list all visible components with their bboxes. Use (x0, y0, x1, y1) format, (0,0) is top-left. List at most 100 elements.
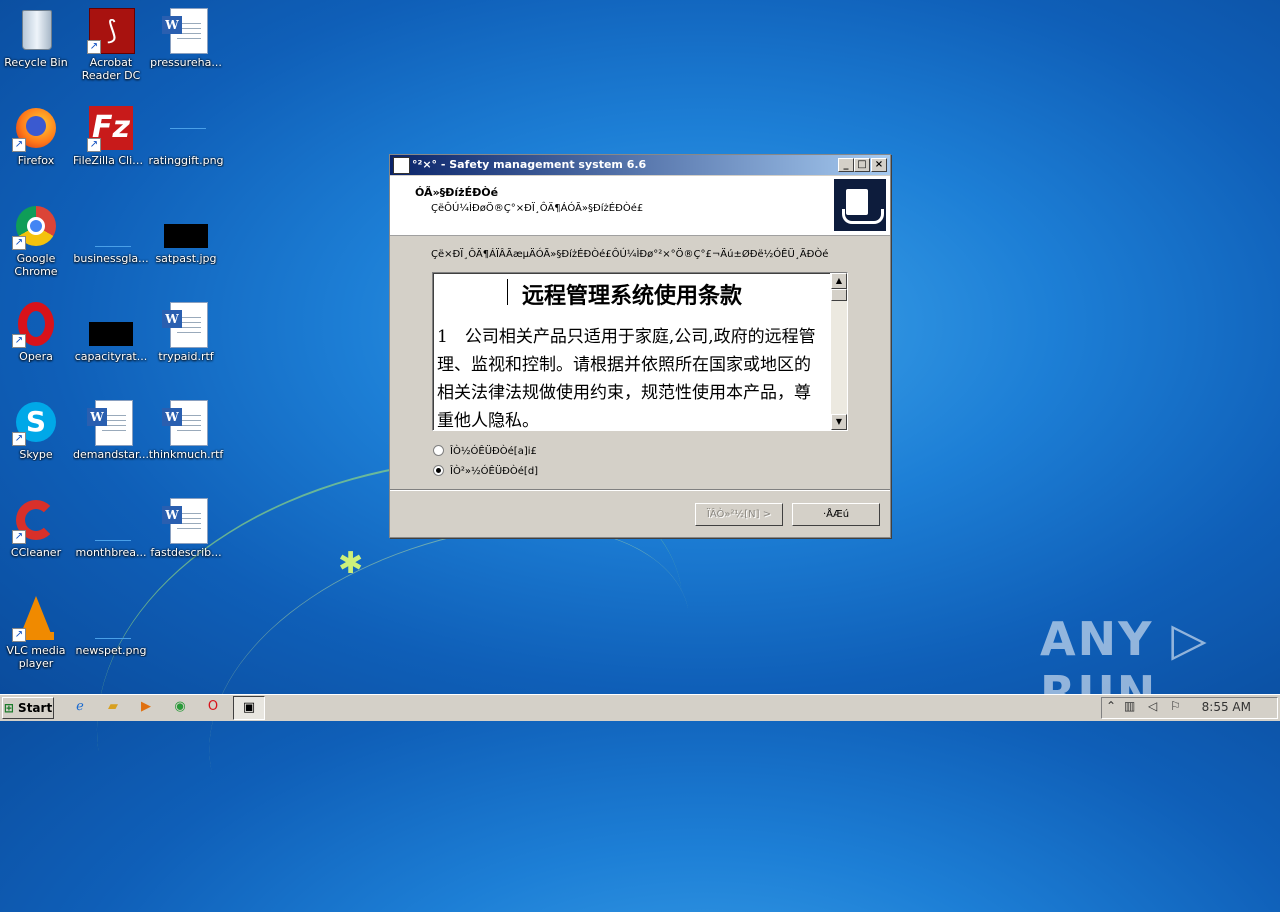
wallpaper-leaf: ✱ (338, 546, 364, 581)
desktop-icon-recycle-bin[interactable]: Recycle Bin (0, 6, 74, 69)
dialog-header: ÓÃ»§ĐíżÉĐ­Òé ÇëÔÚ¼ÌĐøÖ®Ç°×ĐÏ¸ÔÄ¶ÁÓÃ»§Đíż… (390, 176, 890, 236)
desktop-icon-label: fastdescrib... (150, 546, 222, 559)
image-file-icon (87, 300, 135, 348)
tray-expand-icon[interactable]: ⌃ (1106, 699, 1116, 713)
image-file-icon (87, 496, 135, 544)
scroll-up-button[interactable]: ▲ (831, 273, 847, 289)
acrobat-icon: ⟆ ↗ (87, 6, 135, 54)
dialog-title: °²×° - Safety management system 6.6 (412, 158, 647, 171)
word-document-icon: W (162, 496, 210, 544)
volume-icon[interactable]: ◁ (1148, 699, 1157, 713)
dialog-separator (390, 489, 890, 491)
vlc-icon: ↗ (12, 594, 60, 642)
decline-radio[interactable]: ÎÒ²»½ÓÊÜĐ­Òé[d] (433, 465, 538, 477)
license-textbox[interactable]: 远程管理系统使用条款 1 公司相关产品只适用于家庭,公司,政府的远程管理、监视和… (432, 272, 848, 431)
desktop-icon-firefox[interactable]: ↗ Firefox (0, 104, 74, 167)
skype-icon: S ↗ (12, 398, 60, 446)
word-document-icon: W (162, 398, 210, 446)
decline-radio-label: ÎÒ²»½ÓÊÜĐ­Òé[d] (450, 466, 539, 477)
desktop-icon-monthbrea[interactable]: monthbrea... (73, 496, 149, 559)
license-body: 1 公司相关产品只适用于家庭,公司,政府的远程管理、监视和控制。请根据并依照所在… (437, 327, 816, 431)
chrome-taskbar-icon[interactable]: ◉ (171, 698, 189, 716)
radio-button-selected-icon (433, 465, 444, 476)
desktop-icon-fastdescrib[interactable]: W fastdescrib... (148, 496, 224, 559)
desktop-icon-satpast[interactable]: satpast.jpg (148, 202, 224, 265)
desktop-icon-chrome[interactable]: ↗ Google Chrome (0, 202, 74, 278)
scroll-thumb[interactable] (831, 289, 847, 301)
desktop-icon-label: businessgla... (73, 252, 149, 265)
header-title: ÓÃ»§ĐíżÉĐ­Òé (415, 186, 499, 199)
installer-dialog: °²×° - Safety management system 6.6 _ □ … (389, 154, 891, 538)
minimize-button[interactable]: _ (838, 158, 854, 172)
desktop-icon-label: ratinggift.png (148, 154, 224, 167)
media-player-icon[interactable]: ▶ (137, 698, 155, 716)
image-file-icon (87, 594, 135, 642)
desktop-icon-capacityrat[interactable]: capacityrat... (73, 300, 149, 363)
action-center-flag-icon[interactable]: ⚐ (1170, 699, 1181, 713)
desktop-icon-label: FileZilla Client (73, 154, 149, 167)
desktop-icon-label: Recycle Bin (4, 56, 68, 69)
desktop-icon-label: CCleaner (10, 546, 62, 559)
desktop-icon-label: VLC media player (6, 644, 66, 670)
desktop-icon-label: Skype (19, 448, 53, 461)
desktop-icon-opera[interactable]: ↗ Opera (0, 300, 74, 363)
image-file-icon (162, 202, 210, 250)
ie-icon[interactable]: ℯ (71, 698, 89, 716)
firefox-icon: ↗ (12, 104, 60, 152)
desktop-icon-label: thinkmuch.rtf (148, 448, 224, 461)
desktop-icon-acrobat[interactable]: ⟆ ↗ Acrobat Reader DC (73, 6, 149, 82)
desktop-icon-label: monthbrea... (75, 546, 147, 559)
desktop-icon-vlc[interactable]: ↗ VLC media player (0, 594, 74, 670)
accept-radio-label: ÎÒ½ÓÊÜĐ­Òé[a]i£ (450, 446, 537, 457)
desktop-icon-label: Opera (19, 350, 53, 363)
installer-app-icon (393, 157, 410, 174)
desktop-icon-thinkmuch[interactable]: W thinkmuch.rtf (148, 398, 224, 461)
desktop-icon-newspet[interactable]: newspet.png (73, 594, 149, 657)
desktop-icon-label: Firefox (17, 154, 55, 167)
desktop-icon-label: satpast.jpg (155, 252, 217, 265)
word-document-icon: W (162, 6, 210, 54)
next-button[interactable]: ÏÂÒ»²½[N] > (695, 503, 783, 526)
desktop-icon-label: pressureha... (150, 56, 222, 69)
desktop-icon-label: Google Chrome (14, 252, 58, 278)
scroll-down-button[interactable]: ▼ (831, 414, 847, 430)
installer-logo-icon (834, 179, 886, 231)
installer-taskbar-button[interactable]: ▣ (233, 696, 265, 720)
desktop-icon-label: Acrobat Reader DC (81, 56, 141, 82)
cancel-button[interactable]: ·ÅÆú (792, 503, 880, 526)
license-scrollbar[interactable]: ▲ ▼ (830, 273, 847, 430)
desktop-icon-businessgla[interactable]: businessgla... (73, 202, 149, 265)
start-button[interactable]: Start (2, 697, 54, 719)
opera-icon: ↗ (12, 300, 60, 348)
clock[interactable]: 8:55 AM (1202, 700, 1251, 714)
word-document-icon: W (162, 300, 210, 348)
dialog-titlebar[interactable]: °²×° - Safety management system 6.6 _ □ … (390, 155, 890, 175)
license-prompt: Çë×ĐÏ¸ÔÄ¶ÁÏÂÃæµÄÓÃ»§ĐíżÉĐ­Òé£ÔÚ¼ÌĐø°²×°Ö… (431, 249, 829, 260)
opera-taskbar-icon[interactable]: O (204, 698, 222, 716)
desktop-icon-ratinggift[interactable]: ratinggift.png (148, 104, 224, 167)
desktop-icon-demandstar[interactable]: W demandstar... (73, 398, 149, 461)
maximize-button[interactable]: □ (854, 158, 870, 172)
image-file-icon (87, 202, 135, 250)
radio-button-icon (433, 445, 444, 456)
desktop-icon-skype[interactable]: S ↗ Skype (0, 398, 74, 461)
desktop-icon-label: capacityrat... (74, 350, 148, 363)
desktop-icon-label: newspet.png (75, 644, 147, 657)
explorer-folder-icon[interactable]: ▰ (104, 698, 122, 716)
filezilla-icon: Fz ↗ (87, 104, 135, 152)
desktop-icon-pressureha[interactable]: W pressureha... (148, 6, 224, 69)
close-button[interactable]: × (871, 158, 887, 172)
desktop-icon-ccleaner[interactable]: ↗ CCleaner (0, 496, 74, 559)
taskbar: Start ℯ ▰ ▶ ◉ O ▣ ⌃ ▥ ◁ ⚐ 8:55 AM (0, 694, 1280, 721)
recycle-bin-icon (12, 6, 60, 54)
license-title: 远程管理系统使用条款 (521, 283, 742, 309)
chrome-icon: ↗ (12, 202, 60, 250)
header-subtitle: ÇëÔÚ¼ÌĐøÖ®Ç°×ĐÏ¸ÔÄ¶ÁÓÃ»§ĐíżÉĐ­Òé£ (431, 203, 644, 214)
word-document-icon: W (87, 398, 135, 446)
network-icon[interactable]: ▥ (1124, 699, 1135, 713)
desktop-icon-label: trypaid.rtf (158, 350, 214, 363)
desktop-icon-trypaid[interactable]: W trypaid.rtf (148, 300, 224, 363)
system-tray: ⌃ ▥ ◁ ⚐ 8:55 AM (1101, 697, 1278, 719)
accept-radio[interactable]: ÎÒ½ÓÊÜĐ­Òé[a]i£ (433, 445, 537, 457)
desktop-icon-filezilla[interactable]: Fz ↗ FileZilla Client (73, 104, 149, 167)
